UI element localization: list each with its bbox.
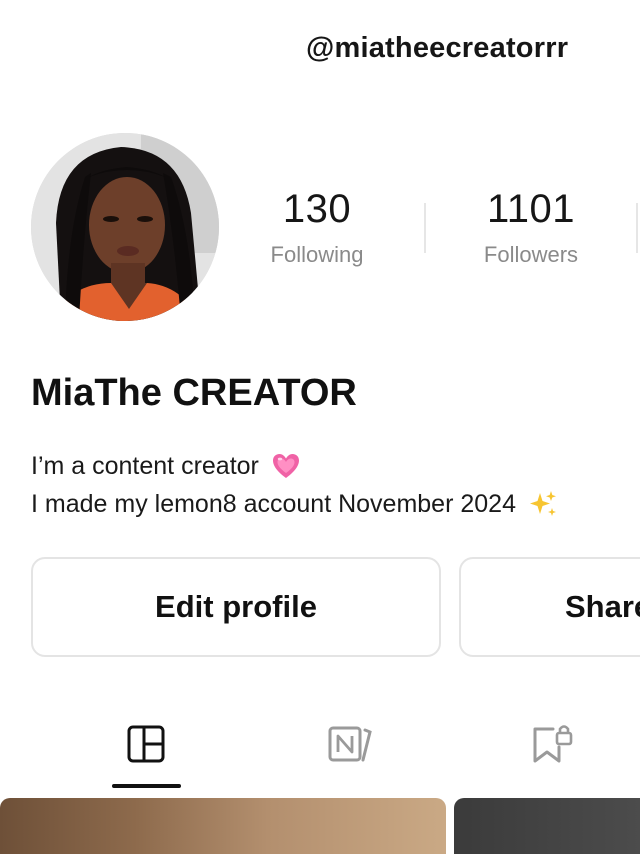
tab-saved[interactable] xyxy=(522,716,582,772)
stat-divider xyxy=(636,203,638,253)
bookmark-lock-icon xyxy=(533,725,573,763)
followers-stat[interactable]: 1101 Followers xyxy=(446,186,616,268)
edit-profile-button[interactable]: Edit profile xyxy=(31,557,441,657)
profile-page: @miatheecreatorrr 130 Following 1101 Fol… xyxy=(0,0,640,854)
stat-divider xyxy=(424,203,426,253)
bio-line: I made my lemon8 account November 2024 xyxy=(31,485,558,523)
post-thumbnail[interactable] xyxy=(454,798,640,854)
bio-text: I made my lemon8 account November 2024 xyxy=(31,490,516,518)
notes-icon xyxy=(328,726,372,762)
grid-layout-icon xyxy=(127,725,165,763)
post-thumbnail[interactable] xyxy=(0,798,446,854)
sparkles-emoji-icon xyxy=(528,489,558,519)
pink-heart-emoji-icon xyxy=(271,451,301,481)
tab-posts[interactable] xyxy=(116,716,176,772)
bio-line: I’m a content creator xyxy=(31,447,558,485)
username-handle: @miatheecreatorrr xyxy=(306,32,569,64)
share-button[interactable]: Share xyxy=(459,557,640,657)
following-label: Following xyxy=(270,242,364,267)
bio-text: I’m a content creator xyxy=(31,452,259,480)
profile-tabs xyxy=(0,716,640,788)
bio: I’m a content creator I made my lemon8 a… xyxy=(31,447,558,523)
tab-notes[interactable] xyxy=(320,716,380,772)
followers-count: 1101 xyxy=(486,187,575,231)
active-tab-indicator xyxy=(112,784,181,788)
display-name: MiaThe CREATOR xyxy=(31,372,357,414)
followers-label: Followers xyxy=(483,242,579,267)
following-stat[interactable]: 130 Following xyxy=(232,186,402,268)
avatar[interactable] xyxy=(31,133,219,321)
avatar-portrait xyxy=(31,133,219,321)
following-count: 130 xyxy=(282,187,352,231)
